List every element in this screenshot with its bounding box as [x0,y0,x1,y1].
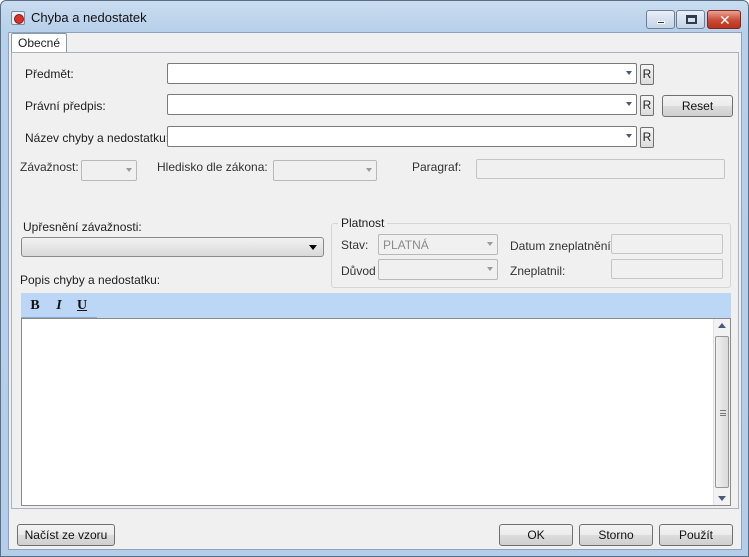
datum-zneplatneni-label: Datum zneplatnění: [510,239,615,253]
hledisko-label: Hledisko dle zákona: [157,160,268,174]
cancel-button[interactable]: Storno [579,524,653,546]
scroll-thumb[interactable] [715,336,729,488]
tab-strip: Obecné [9,33,741,53]
chevron-down-icon [626,134,632,138]
platnost-group-title: Platnost [338,216,388,230]
popis-editor[interactable] [21,318,731,506]
chevron-down-icon [626,102,632,106]
nazev-combo[interactable] [167,126,637,147]
stav-combo[interactable]: PLATNÁ [378,234,498,255]
scroll-up-icon[interactable] [718,323,726,328]
predmet-label: Předmět: [25,67,74,81]
predmet-r-button[interactable]: R [640,64,654,85]
scroll-down-icon[interactable] [718,496,726,501]
minimize-icon [657,21,665,24]
bold-button[interactable]: B [26,297,44,315]
reset-button[interactable]: Reset [662,95,733,117]
window-title: Chyba a nedostatek [31,10,147,25]
chevron-down-icon [487,242,493,246]
stav-value: PLATNÁ [383,238,429,252]
editor-scrollbar[interactable] [713,319,730,505]
nazev-label: Název chyby a nedostatku: [25,131,170,145]
platnost-group: Platnost Stav: PLATNÁ Datum zneplatnění:… [331,216,731,288]
load-template-button[interactable]: Načíst ze vzoru [17,524,115,546]
app-error-icon [11,11,25,25]
chevron-down-icon [366,168,372,172]
zneplatnil-field[interactable] [611,259,723,279]
predmet-combo[interactable] [167,63,637,84]
pravni-predpis-combo[interactable] [167,94,637,115]
stav-label: Stav: [341,238,369,252]
maximize-button[interactable] [676,10,705,29]
upresneni-label: Upřesnění závažnosti: [23,220,142,234]
chevron-down-icon [309,245,317,250]
minimize-button[interactable] [646,10,675,29]
close-icon: ✕ [719,12,731,28]
duvod-label: Důvod [341,264,376,278]
italic-button[interactable]: I [50,297,68,315]
pravni-predpis-r-button[interactable]: R [640,95,654,116]
ok-button[interactable]: OK [499,524,573,546]
chevron-down-icon [626,71,632,75]
nazev-r-button[interactable]: R [640,127,654,148]
paragraf-label: Paragraf: [412,160,462,174]
paragraf-field[interactable] [476,159,725,179]
duvod-combo[interactable] [378,259,498,280]
apply-button[interactable]: Použít [659,524,733,546]
upresneni-combo[interactable] [21,237,324,257]
grip-icon [720,410,726,416]
dialog-window: Chyba a nedostatek ✕ Obecné Předmět: R P… [0,0,749,557]
maximize-icon [686,15,697,24]
editor-toolbar: B I U [21,293,731,319]
pravni-predpis-label: Právní předpis: [25,99,106,113]
dialog-client-area: Obecné Předmět: R Právní předpis: R Rese… [8,32,742,550]
tab-panel-obecne: Předmět: R Právní předpis: R Reset Název… [11,52,739,509]
chevron-down-icon [487,267,493,271]
underline-button[interactable]: U [73,297,91,315]
title-bar[interactable]: Chyba a nedostatek ✕ [1,1,748,31]
zneplatnil-label: Zneplatnil: [510,264,566,278]
zavaznost-label: Závažnost: [20,160,79,174]
zavaznost-combo[interactable] [81,160,137,181]
tab-obecne[interactable]: Obecné [11,33,68,53]
popis-label: Popis chyby a nedostatku: [20,273,161,287]
close-button[interactable]: ✕ [707,10,741,29]
chevron-down-icon [126,168,132,172]
datum-zneplatneni-field[interactable] [611,234,723,254]
hledisko-combo[interactable] [273,160,377,181]
